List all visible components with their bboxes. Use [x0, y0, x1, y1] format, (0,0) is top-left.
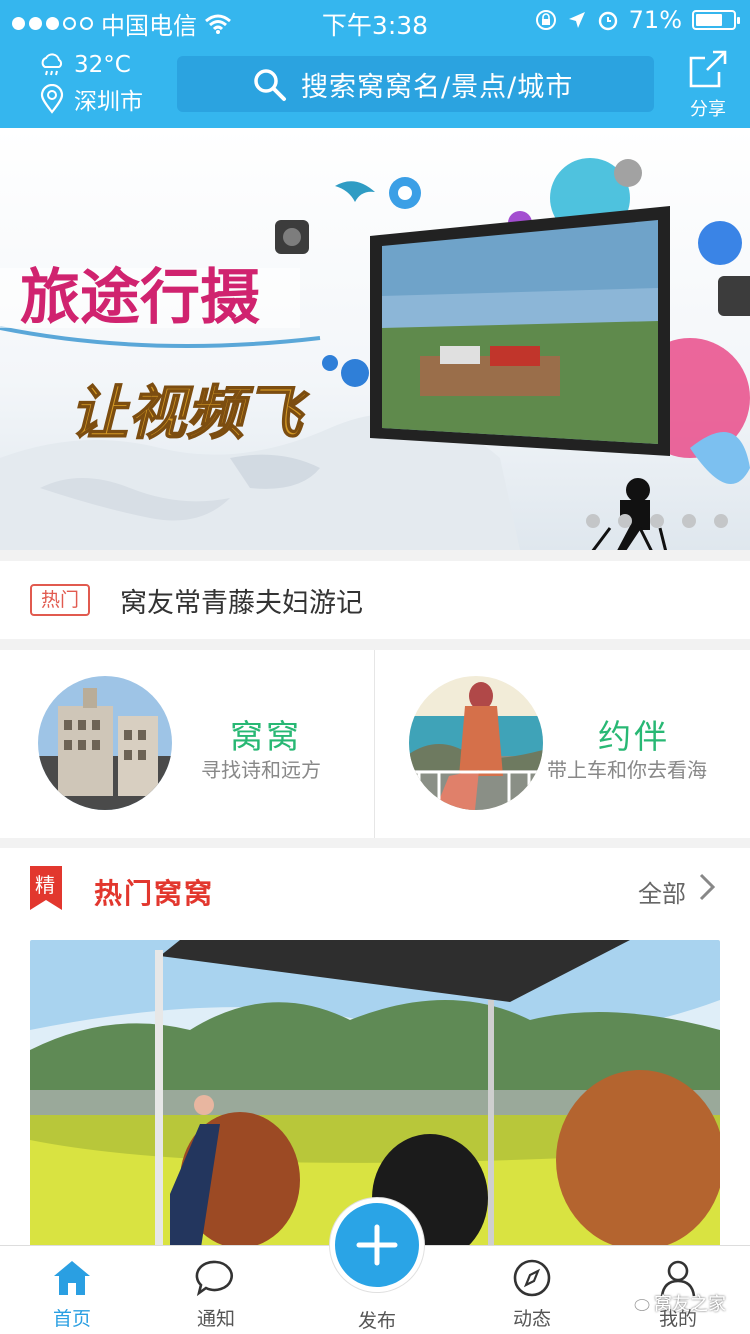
wowo-image [38, 676, 172, 810]
publish-button[interactable] [330, 1198, 424, 1292]
battery-percent: 71% [628, 6, 682, 34]
share-button[interactable]: 分享 [686, 48, 730, 121]
share-icon [689, 50, 727, 88]
watermark: 窝友之家 [626, 1290, 726, 1316]
chat-bubble-icon [195, 1260, 233, 1297]
top-header: 中国电信 下午3:38 71% 32°C 深圳市 搜索窝窝名/景点/城市 分享 [0, 0, 750, 128]
banner-artwork: 旅途行摄 让视频飞 [0, 158, 750, 550]
card-wowo[interactable]: 窝窝 寻找诗和远方 [0, 650, 375, 838]
featured-ribbon-icon: 精 [30, 866, 62, 910]
city-name: 深圳市 [74, 89, 143, 115]
pager-dot [682, 514, 696, 528]
pager-dot [586, 514, 600, 528]
view-all-link[interactable]: 全部 [638, 874, 686, 909]
watermark-text: 窝友之家 [654, 1294, 726, 1315]
tab-home-label: 首页 [52, 1308, 91, 1330]
tab-home[interactable]: 首页 [12, 1246, 132, 1334]
map-pin-icon [40, 84, 64, 114]
battery-icon [692, 10, 740, 30]
home-icon [54, 1261, 90, 1295]
banner-title-1: 旅途行摄 [20, 263, 260, 333]
section-title: 热门窝窝 [94, 877, 215, 910]
card-yueban[interactable]: 约伴 带上车和你去看海 [375, 650, 750, 838]
promo-banner[interactable]: 旅途行摄 让视频飞 [0, 128, 750, 550]
card-title-yueban: 约伴 [598, 717, 670, 756]
search-input[interactable]: 搜索窝窝名/景点/城市 [177, 56, 654, 112]
compass-icon [513, 1259, 551, 1297]
hot-news-text: 窝友常青藤夫妇游记 [120, 587, 363, 619]
search-icon [254, 69, 286, 101]
tab-feed[interactable]: 动态 [472, 1246, 592, 1334]
tab-notify-label: 通知 [196, 1308, 235, 1330]
pager-dot [714, 514, 728, 528]
tab-notify[interactable]: 通知 [156, 1246, 276, 1334]
rain-cloud-icon [41, 53, 63, 76]
banner-title-2: 让视频飞 [70, 379, 310, 447]
pager-dot [650, 514, 664, 528]
card-title-wowo: 窝窝 [230, 717, 302, 756]
status-bar: 中国电信 下午3:38 71% [0, 0, 750, 40]
rotation-lock-icon [535, 10, 556, 30]
yueban-image [409, 676, 543, 810]
location-arrow-icon [568, 12, 585, 28]
card-subtitle-wowo: 寻找诗和远方 [201, 758, 321, 782]
weather-location[interactable]: 32°C 深圳市 [38, 48, 143, 116]
plus-icon [356, 1224, 398, 1266]
featured-badge-text: 精 [35, 873, 55, 897]
pager-dot [618, 514, 632, 528]
hot-tag: 热门 [30, 584, 90, 616]
feature-cards: 窝窝 寻找诗和远方 约伴 带上车和你去看海 [0, 650, 750, 838]
card-subtitle-yueban: 带上车和你去看海 [547, 758, 707, 782]
wechat-icon [627, 1294, 650, 1311]
publish-label: 发布 [357, 1310, 396, 1332]
hot-wowo-section-header: 精 热门窝窝 全部 [0, 848, 750, 934]
tab-feed-label: 动态 [512, 1308, 551, 1330]
app-screen: 中国电信 下午3:38 71% 32°C 深圳市 搜索窝窝名/景点/城市 分享 … [0, 0, 750, 1334]
alarm-icon [598, 11, 617, 31]
temperature: 32°C [74, 52, 131, 78]
chevron-right-icon[interactable] [698, 872, 716, 902]
hot-news-ticker[interactable]: 热门 窝友常青藤夫妇游记 [0, 561, 750, 639]
banner-pager [586, 514, 728, 528]
share-label: 分享 [690, 99, 726, 120]
search-placeholder: 搜索窝窝名/景点/城市 [301, 71, 574, 103]
